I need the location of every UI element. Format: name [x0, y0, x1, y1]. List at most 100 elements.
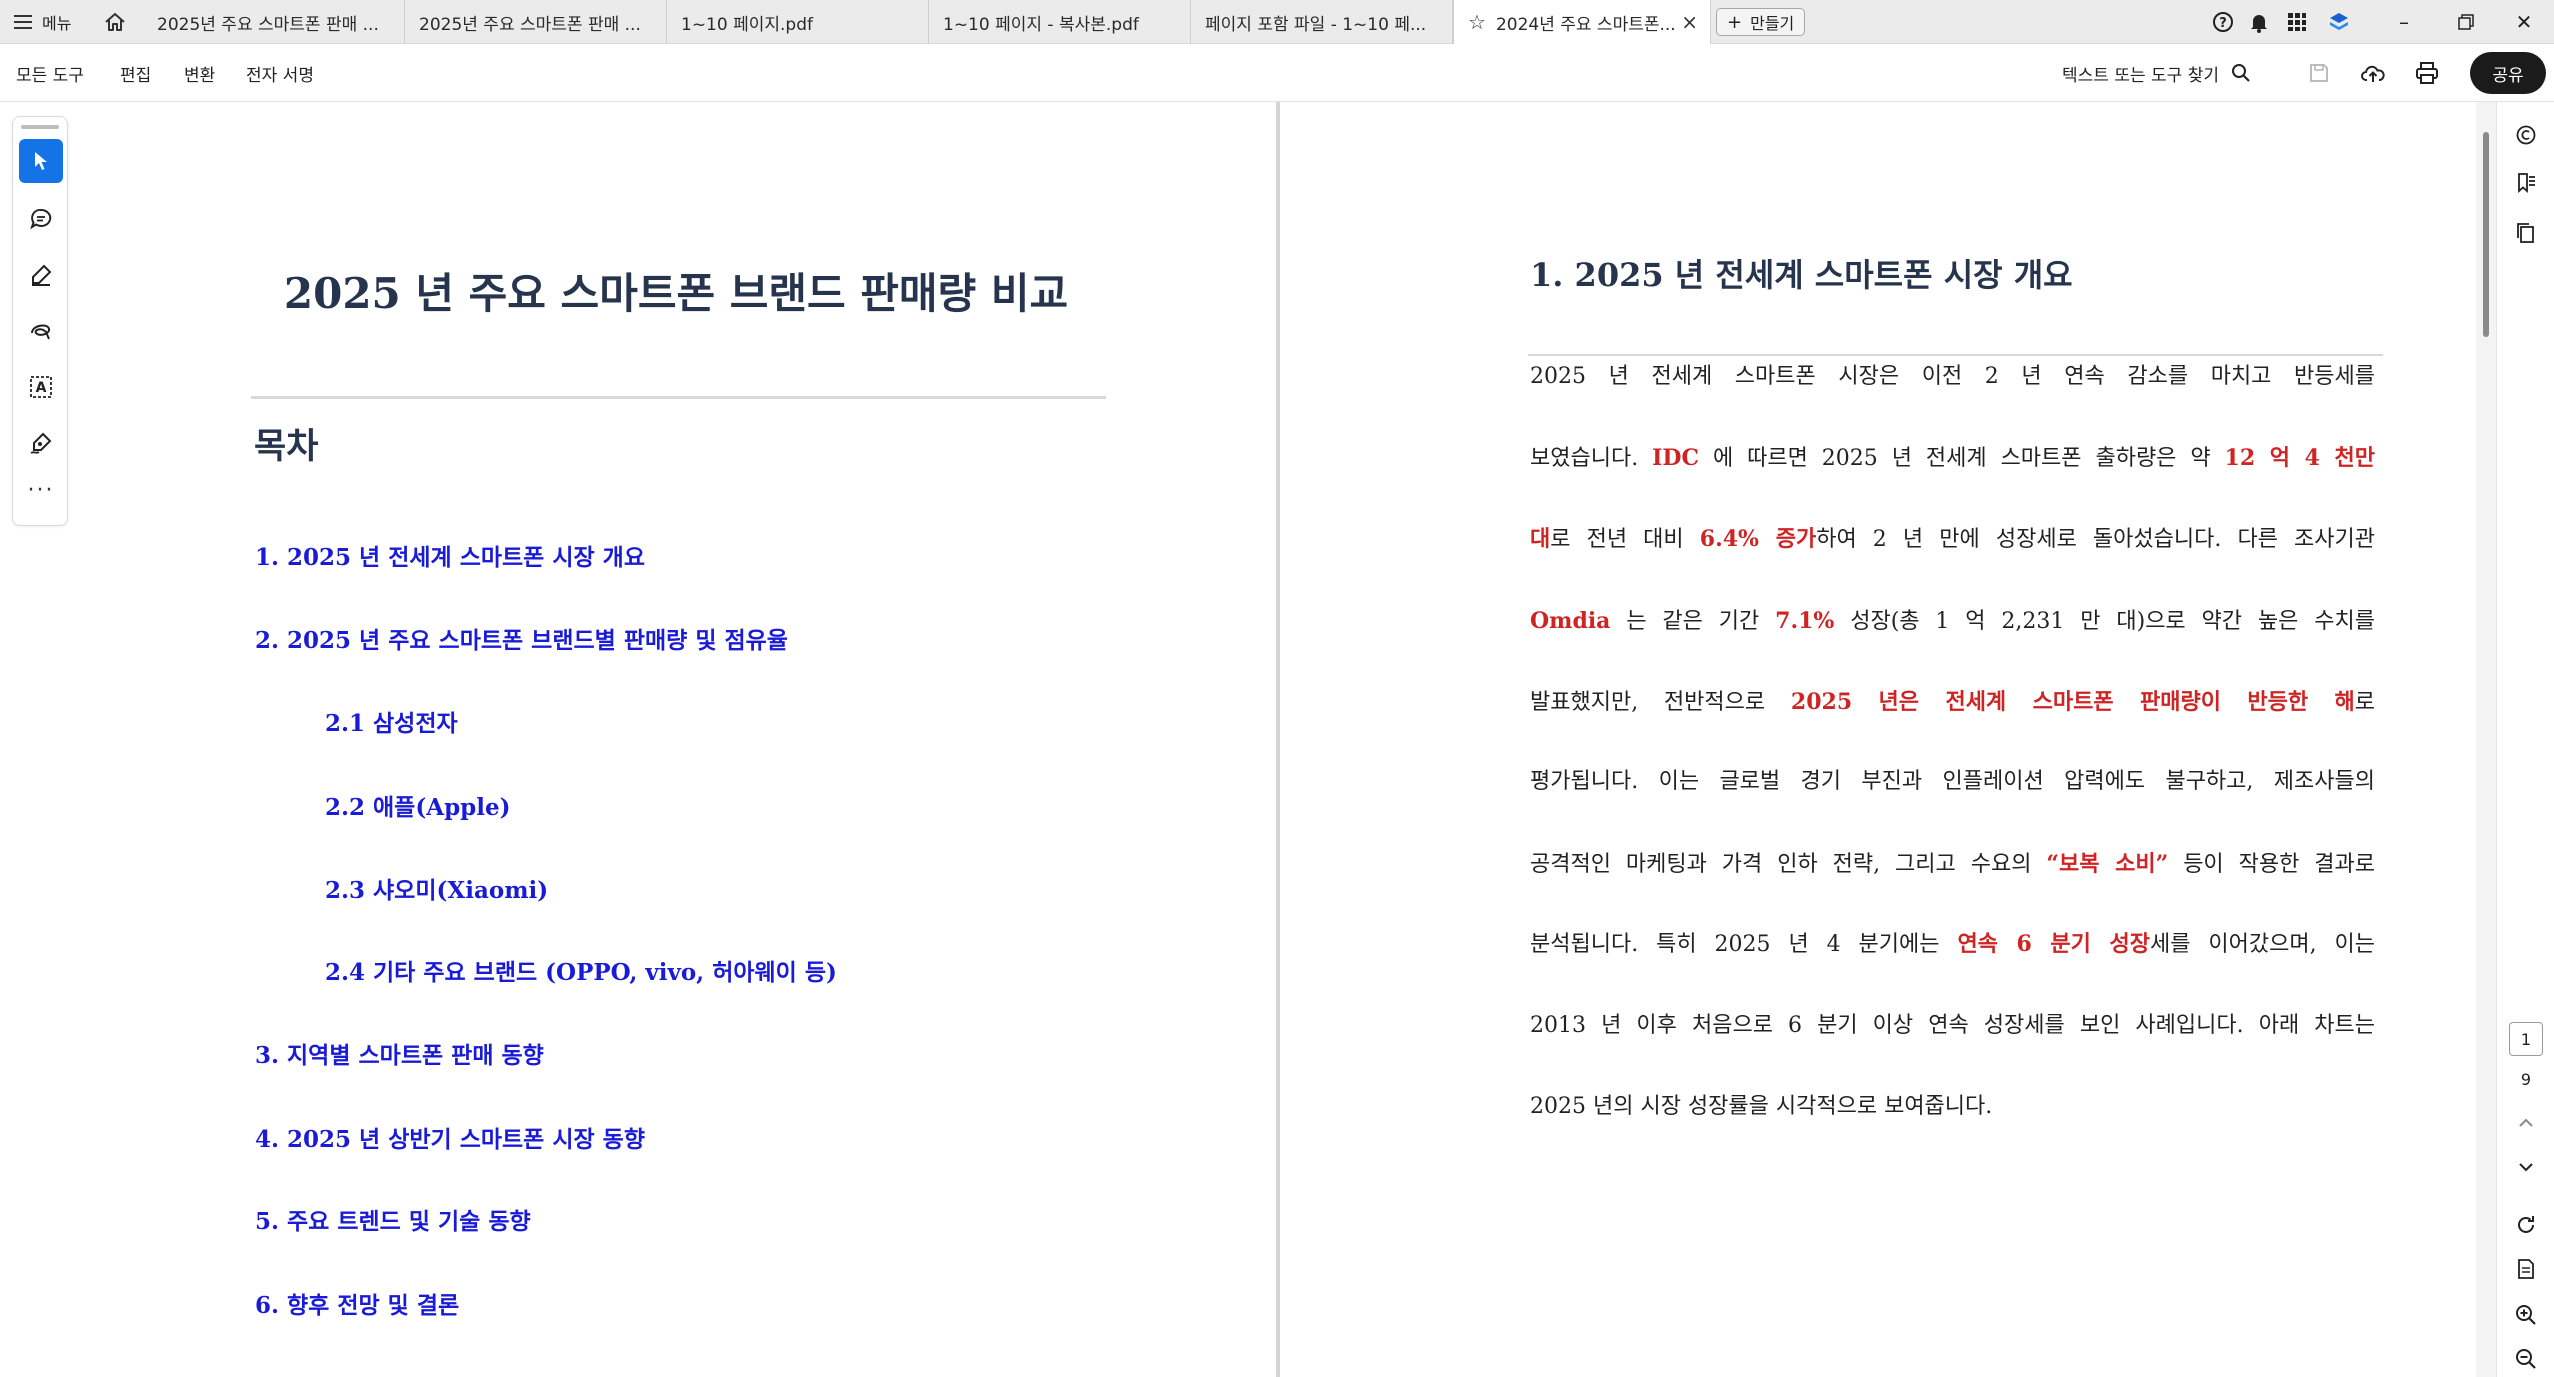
paragraph-line: 평가됩니다. 이는 글로벌 경기 부진과 인플레이션 압력에도 불구하고, 제조… — [1530, 767, 2375, 797]
highlighted-text: Omdia — [1530, 608, 1611, 634]
home-icon — [105, 13, 125, 31]
page-total: 9 — [2520, 1070, 2532, 1089]
toc-link[interactable]: 1. 2025 년 전세계 스마트폰 시장 개요 — [255, 538, 645, 572]
window-close-button[interactable]: ✕ — [2494, 0, 2554, 44]
ai-assistant-button[interactable] — [2509, 118, 2543, 152]
tab-label: 2025년 주요 스마트폰 판매 ... — [157, 14, 379, 35]
tab-label: 페이지 포함 파일 - 1~10 페... — [1205, 14, 1427, 35]
extension-button[interactable] — [2322, 0, 2356, 44]
more-tools-button[interactable]: ··· — [19, 475, 63, 505]
pdf-page-1: 2025 년 주요 스마트폰 브랜드 판매량 비교 목차 1. 2025 년 전… — [76, 102, 1276, 1377]
vertical-scrollbar[interactable] — [2476, 102, 2496, 1377]
highlighted-text: 2025 년은 전세계 스마트폰 판매량이 반등한 해 — [1790, 689, 2355, 715]
toc-link[interactable]: 2.4 기타 주요 브랜드 (OPPO, vivo, 허아웨이 등) — [325, 953, 837, 987]
menu-e-sign-label: 전자 서명 — [246, 65, 314, 86]
toc-link[interactable]: 2.2 애플(Apple) — [325, 788, 511, 822]
menu-button[interactable]: 메뉴 — [14, 0, 71, 44]
highlighted-text: 연속 6 분기 성장 — [1957, 931, 2150, 957]
toc-link[interactable]: 2.1 삼성전자 — [325, 704, 458, 738]
bookmark-list-icon — [2518, 173, 2535, 193]
toc-link[interactable]: 3. 지역별 스마트폰 판매 동향 — [255, 1036, 544, 1070]
tab-document-3[interactable]: 1~10 페이지.pdf — [667, 0, 929, 44]
notifications-button[interactable] — [2242, 0, 2276, 44]
bell-icon — [2251, 15, 2267, 33]
section-divider — [1528, 354, 2383, 356]
document-viewport[interactable]: 2025 년 주요 스마트폰 브랜드 판매량 비교 목차 1. 2025 년 전… — [76, 102, 2476, 1377]
paragraph-line: 분석됩니다. 특히 2025 년 4 분기에는 연속 6 분기 성장세를 이어갔… — [1530, 929, 2375, 959]
page-display-button[interactable] — [2509, 1252, 2543, 1286]
zoom-in-button[interactable] — [2509, 1298, 2543, 1332]
document-page-icon — [2518, 1259, 2534, 1279]
tab-label: 1~10 페이지 - 복사본.pdf — [943, 14, 1139, 35]
help-button[interactable]: ? — [2206, 0, 2240, 44]
paragraph-text: 성장(총 1 억 2,231 만 대)으로 약간 높은 수치를 — [1834, 609, 2375, 634]
bookmarks-button[interactable] — [2509, 166, 2543, 200]
page-thumbnails-button[interactable] — [2509, 216, 2543, 250]
tab-document-active[interactable]: ☆ 2024년 주요 스마트폰... × — [1453, 0, 1711, 44]
zoom-out-button[interactable] — [2509, 1342, 2543, 1376]
tab-label: 2024년 주요 스마트폰... — [1495, 14, 1676, 35]
paragraph-text: 발표했지만, 전반적으로 — [1530, 690, 1791, 715]
new-tab-button[interactable]: + 만들기 — [1716, 8, 1806, 36]
text-box-tool-button[interactable]: A — [19, 365, 63, 409]
scrollbar-thumb[interactable] — [2483, 132, 2489, 337]
section-title: 1. 2025 년 전세계 스마트폰 시장 개요 — [1530, 256, 2073, 294]
quick-tools-rail: A ··· — [12, 116, 68, 526]
save-button[interactable] — [2304, 58, 2334, 88]
rotate-button[interactable] — [2509, 1208, 2543, 1242]
cursor-arrow-icon — [35, 152, 47, 170]
toc-link[interactable]: 4. 2025 년 상반기 스마트폰 시장 동향 — [255, 1120, 645, 1154]
fill-sign-tool-button[interactable] — [19, 421, 63, 465]
menu-edit-label: 편집 — [120, 65, 152, 86]
pdf-page-2: 1. 2025 년 전세계 스마트폰 시장 개요 2025 년 전세계 스마트폰… — [1280, 102, 2476, 1377]
next-page-button[interactable] — [2509, 1150, 2543, 1184]
chevron-down-icon — [2519, 1163, 2533, 1172]
select-tool-button[interactable] — [19, 139, 63, 183]
menu-edit[interactable]: 편집 — [120, 44, 151, 102]
print-button[interactable] — [2412, 58, 2442, 88]
page-number-input[interactable]: 1 — [2509, 1022, 2543, 1056]
apps-button[interactable] — [2280, 0, 2314, 44]
tab-document-5[interactable]: 페이지 포함 파일 - 1~10 페... — [1191, 0, 1453, 44]
previous-page-button[interactable] — [2509, 1106, 2543, 1140]
freehand-draw-icon — [31, 324, 50, 340]
star-icon[interactable]: ☆ — [1468, 10, 1486, 34]
menu-all-tools[interactable]: 모든 도구 — [16, 44, 84, 102]
home-button[interactable] — [100, 8, 130, 36]
draw-tool-button[interactable] — [19, 309, 63, 353]
menu-label: 메뉴 — [42, 14, 72, 33]
document-title: 2025 년 주요 스마트폰 브랜드 판매량 비교 — [283, 269, 1069, 318]
plus-icon: + — [1727, 11, 1743, 33]
comment-tool-button[interactable] — [19, 197, 63, 241]
find-tools-search[interactable]: 텍스트 또는 도구 찾기 — [2062, 44, 2251, 102]
menu-e-sign[interactable]: 전자 서명 — [246, 44, 314, 102]
tab-label: 1~10 페이지.pdf — [681, 14, 813, 35]
menu-convert[interactable]: 변환 — [184, 44, 215, 102]
search-label: 텍스트 또는 도구 찾기 — [2062, 65, 2219, 86]
comment-icon — [30, 208, 52, 230]
minimize-button[interactable]: – — [2374, 0, 2434, 44]
drag-handle[interactable] — [21, 125, 59, 129]
tab-document-4[interactable]: 1~10 페이지 - 복사본.pdf — [929, 0, 1191, 44]
toc-link[interactable]: 6. 향후 전망 및 결론 — [255, 1286, 459, 1320]
menu-all-tools-label: 모든 도구 — [16, 65, 84, 86]
paragraph-line: Omdia 는 같은 기간 7.1% 성장(총 1 억 2,231 만 대)으로… — [1530, 606, 2375, 636]
highlighted-text: 7.1% — [1775, 608, 1835, 634]
paragraph-line: 공격적인 마케팅과 가격 인하 전략, 그리고 수요의 “보복 소비” 등이 작… — [1530, 849, 2375, 879]
paragraph-text: 분석됩니다. 특히 2025 년 4 분기에는 — [1530, 932, 1958, 957]
toc-link[interactable]: 2.3 샤오미(Xiaomi) — [325, 871, 548, 905]
toc-link[interactable]: 5. 주요 트렌드 및 기술 동향 — [255, 1202, 531, 1236]
paragraph-text: 2013 년 이후 처음으로 6 분기 이상 연속 성장세를 보인 사례입니다.… — [1530, 1013, 2375, 1038]
upload-cloud-button[interactable] — [2358, 58, 2388, 88]
tab-document-2[interactable]: 2025년 주요 스마트폰 판매 ... — [405, 0, 667, 44]
highlighted-text: IDC — [1652, 445, 1700, 471]
highlight-tool-button[interactable] — [19, 253, 63, 297]
rotate-icon — [2518, 1216, 2534, 1233]
share-button[interactable]: 공유 — [2470, 52, 2546, 94]
paragraph-line: 2025 년의 시장 성장률을 시각적으로 보여줍니다. — [1530, 1092, 2375, 1122]
close-icon[interactable]: × — [1681, 10, 1698, 34]
tab-document-1[interactable]: 2025년 주요 스마트폰 판매 ... — [143, 0, 405, 44]
toc-link[interactable]: 2. 2025 년 주요 스마트폰 브랜드별 판매량 및 점유율 — [255, 621, 788, 655]
close-icon: ✕ — [2515, 10, 2533, 34]
restore-button[interactable] — [2436, 0, 2496, 44]
